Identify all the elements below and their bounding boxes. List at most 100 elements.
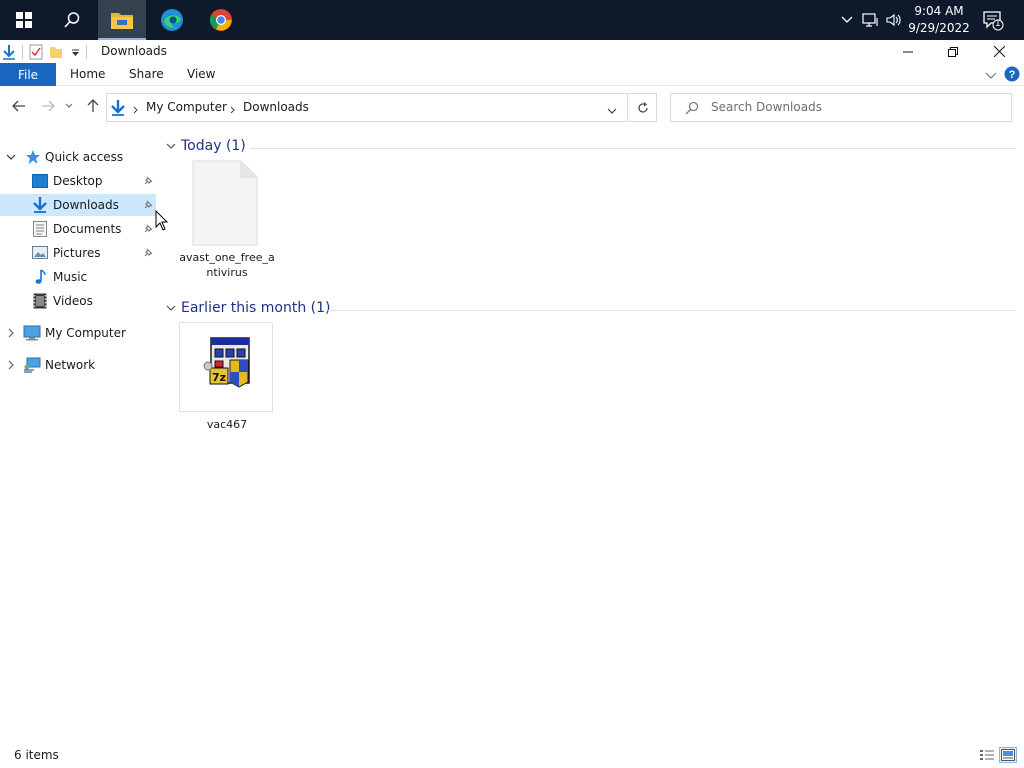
- music-folder-icon: [35, 269, 46, 284]
- chevron-down-icon: [65, 103, 73, 108]
- notification-count-badge: 1: [995, 19, 1001, 29]
- group-header-earlier-this-month[interactable]: Earlier this month (1): [164, 300, 1016, 320]
- group-label-today: Today (1): [181, 138, 246, 154]
- back-button[interactable]: [10, 97, 28, 115]
- nav-item-network[interactable]: Network: [0, 354, 156, 376]
- minimize-icon: [903, 51, 913, 52]
- clock-time: 9:04 AM: [914, 4, 964, 18]
- volume-tray-button[interactable]: [885, 10, 903, 30]
- breadcrumb-my-computer[interactable]: My Computer: [146, 100, 227, 114]
- nav-item-downloads[interactable]: Downloads: [0, 194, 156, 216]
- chevron-down-icon: [607, 108, 617, 114]
- file-name-vac467: vac467: [206, 418, 248, 431]
- refresh-button[interactable]: [629, 93, 657, 122]
- nav-quick-access[interactable]: Quick access: [0, 146, 156, 168]
- network-tray-button[interactable]: [862, 10, 880, 30]
- file-explorer-taskbar-button[interactable]: [98, 0, 146, 40]
- properties-button[interactable]: [29, 44, 43, 60]
- restore-button[interactable]: [930, 40, 976, 63]
- nav-label-network: Network: [45, 358, 96, 372]
- breadcrumb-separator-icon: [230, 103, 235, 117]
- forward-button[interactable]: [39, 97, 57, 115]
- close-icon: [993, 46, 1005, 57]
- item-count: 6 items: [14, 748, 59, 762]
- edge-icon: [161, 9, 183, 31]
- collapsed-chevron-icon[interactable]: [5, 359, 17, 371]
- file-list: Today (1) avast_one_free_antivirus Earli…: [160, 128, 1024, 728]
- chevron-down-icon: [166, 143, 176, 149]
- expanded-chevron-icon[interactable]: [5, 151, 17, 163]
- title-bar: Downloads: [0, 40, 1024, 63]
- nav-item-music[interactable]: Music: [0, 266, 156, 288]
- pin-icon[interactable]: [142, 199, 154, 211]
- minimize-button[interactable]: [885, 40, 931, 63]
- pin-icon[interactable]: [142, 247, 154, 259]
- qat-divider-2: [86, 45, 87, 59]
- file-item-avast[interactable]: avast_one_free_antivirus: [179, 160, 275, 282]
- network-icon: [24, 357, 41, 373]
- edge-taskbar-button[interactable]: [148, 0, 196, 40]
- recent-locations-button[interactable]: [63, 97, 75, 115]
- show-hidden-icons-button[interactable]: [838, 10, 856, 30]
- blank-file-icon: [192, 160, 258, 246]
- download-arrow-icon: [3, 45, 15, 60]
- details-view-icon: [980, 750, 994, 760]
- refresh-icon: [637, 101, 648, 113]
- nav-item-pictures[interactable]: Pictures: [0, 242, 156, 264]
- up-arrow-icon: [87, 99, 99, 112]
- qat-divider: [22, 45, 23, 59]
- clock-date: 9/29/2022: [908, 21, 970, 35]
- file-name-avast: avast_one_free_antivirus: [179, 251, 275, 279]
- nav-item-my-computer[interactable]: My Computer: [0, 322, 156, 344]
- search-box[interactable]: Search Downloads: [670, 93, 1012, 122]
- downloads-arrow-icon: [111, 100, 125, 116]
- customize-qat-button[interactable]: [71, 48, 80, 57]
- large-icons-view-button[interactable]: [999, 747, 1017, 763]
- up-button[interactable]: [84, 97, 102, 115]
- help-button[interactable]: ?: [1004, 66, 1020, 85]
- nav-item-documents[interactable]: Documents: [0, 218, 156, 240]
- search-icon: [64, 12, 80, 28]
- tab-view[interactable]: View: [187, 67, 215, 81]
- tab-share[interactable]: Share: [129, 67, 164, 81]
- action-center-button[interactable]: 1: [982, 10, 1004, 31]
- help-icon: ?: [1004, 66, 1020, 82]
- nav-item-videos[interactable]: Videos: [0, 290, 156, 312]
- computer-icon: [23, 325, 41, 341]
- group-header-today[interactable]: Today (1): [164, 138, 1016, 158]
- close-button[interactable]: [976, 40, 1022, 63]
- collapsed-chevron-icon[interactable]: [5, 327, 17, 339]
- nav-label-pictures: Pictures: [53, 246, 101, 260]
- expand-ribbon-button[interactable]: [985, 69, 997, 83]
- nav-label-music: Music: [53, 270, 88, 284]
- nav-item-desktop[interactable]: Desktop: [0, 170, 156, 192]
- taskbar-clock[interactable]: 9:04 AM 9/29/2022: [908, 3, 970, 37]
- file-item-vac467[interactable]: 7z vac467: [179, 322, 275, 434]
- tab-file[interactable]: File: [0, 63, 56, 86]
- restore-icon: [948, 46, 958, 57]
- new-folder-button[interactable]: [49, 45, 63, 59]
- breadcrumb-downloads[interactable]: Downloads: [243, 100, 309, 114]
- nav-label-documents: Documents: [53, 222, 122, 236]
- search-placeholder: Search Downloads: [711, 100, 822, 114]
- pin-icon[interactable]: [142, 175, 154, 187]
- navigation-pane: Quick access Desktop Downloads Documents…: [0, 144, 156, 734]
- group-label-earlier-this-month: Earlier this month (1): [181, 300, 331, 316]
- address-history-dropdown[interactable]: [607, 104, 617, 118]
- mouse-cursor-icon: [155, 210, 169, 231]
- tab-home[interactable]: Home: [70, 67, 105, 81]
- chrome-taskbar-button[interactable]: [197, 0, 245, 40]
- nav-label-videos: Videos: [53, 294, 93, 308]
- speaker-icon: [886, 13, 901, 27]
- address-bar[interactable]: My Computer Downloads: [106, 93, 628, 122]
- breadcrumb-separator-icon: [133, 103, 138, 117]
- pin-icon[interactable]: [142, 223, 154, 235]
- nav-label-desktop: Desktop: [53, 174, 103, 188]
- videos-folder-icon: [33, 293, 47, 309]
- chevron-down-icon: [985, 72, 997, 79]
- dropdown-arrow-icon: [72, 49, 79, 56]
- documents-folder-icon: [33, 221, 47, 237]
- start-button[interactable]: [0, 0, 48, 40]
- search-button[interactable]: [48, 0, 96, 40]
- details-view-button[interactable]: [978, 747, 996, 763]
